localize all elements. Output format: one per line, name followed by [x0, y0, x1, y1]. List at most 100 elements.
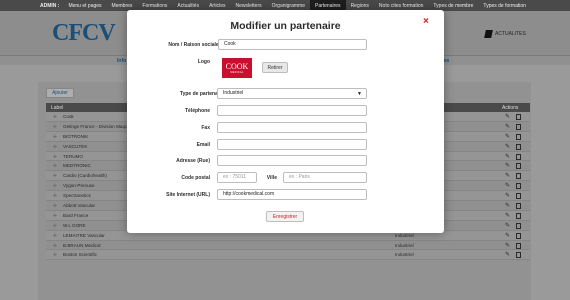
delete-trash-icon[interactable] [516, 153, 521, 160]
edit-pencil-icon[interactable]: ✎ [505, 153, 510, 160]
logo-sub: MEDICAL [230, 70, 244, 74]
delete-trash-icon[interactable] [516, 133, 521, 140]
address-label: Adresse (Rue) [176, 158, 210, 164]
logo-label: Logo [197, 59, 210, 65]
expand-plus-icon[interactable]: ✛ [53, 163, 57, 169]
expand-plus-icon[interactable]: ✛ [53, 124, 57, 130]
col-actions: Actions [502, 105, 519, 111]
delete-trash-icon[interactable] [516, 114, 521, 120]
partner-name: VASCUTEK [63, 143, 88, 149]
close-icon[interactable]: × [423, 16, 429, 27]
col-label: Label [51, 105, 64, 111]
edit-pencil-icon[interactable]: ✎ [505, 232, 510, 239]
add-button[interactable]: Ajouter [46, 88, 74, 98]
url-field[interactable]: http://cookmedical.com [217, 189, 367, 200]
nav-item[interactable]: Types de formation [478, 0, 531, 11]
logo-text: COOK [225, 61, 249, 71]
edit-pencil-icon[interactable]: ✎ [505, 222, 510, 229]
partner-name: Boston Scientific [63, 252, 97, 258]
remove-logo-button[interactable]: Retirer [262, 62, 288, 73]
actualites-label: ACTUALITES [495, 31, 526, 37]
phone-label: Téléphone [184, 108, 210, 114]
partner-name: B.BRAUN Medical [63, 242, 101, 248]
save-button[interactable]: Enregistrer [266, 211, 304, 222]
delete-trash-icon[interactable] [516, 193, 521, 200]
partner-name: W.L GORE [63, 222, 86, 228]
table-row: ✛ B.BRAUN Medical Industriel ✎ [46, 240, 530, 251]
expand-plus-icon[interactable]: ✛ [53, 193, 57, 199]
partner-name: TERUMO [63, 153, 83, 159]
partner-name: Bard France [63, 212, 89, 218]
partner-logo: COOK MEDICAL [222, 58, 252, 78]
name-label-text: Nom / Raison sociale [168, 42, 219, 48]
expand-plus-icon[interactable]: ✛ [53, 154, 57, 160]
partner-type: Industriel [395, 252, 414, 258]
admin-label: ADMIN : [40, 2, 60, 9]
partner-name: Abbott Vascular [63, 203, 96, 209]
delete-trash-icon[interactable] [516, 173, 521, 180]
partner-type: Industriel [395, 242, 414, 248]
actualites-link[interactable]: ACTUALITES [484, 30, 526, 38]
edit-pencil-icon[interactable]: ✎ [505, 113, 510, 120]
edit-pencil-icon[interactable]: ✎ [505, 212, 510, 219]
edit-pencil-icon[interactable]: ✎ [505, 123, 510, 130]
edit-pencil-icon[interactable]: ✎ [505, 172, 510, 179]
type-select-value: Industriel [223, 90, 244, 96]
modal-title: Modifier un partenaire [230, 20, 341, 32]
expand-plus-icon[interactable]: ✛ [53, 252, 57, 258]
partner-name: BIOTRONIK [63, 133, 89, 139]
partner-name: Spectranetics [63, 193, 91, 199]
name-field[interactable]: Cook [218, 39, 367, 50]
edit-pencil-icon[interactable]: ✎ [505, 143, 510, 150]
zip-field[interactable]: ex : 75011 [217, 172, 257, 183]
edit-pencil-icon[interactable]: ✎ [505, 162, 510, 169]
nav-item[interactable]: Menu et pages [63, 0, 106, 11]
newspaper-icon [484, 30, 493, 38]
partner-name: MEDTRONIC [63, 163, 91, 169]
partner-name: Cardio (Cardiohealth) [63, 173, 107, 179]
fax-label: Fax [201, 125, 210, 131]
fax-field[interactable] [217, 122, 367, 133]
edit-pencil-icon[interactable]: ✎ [505, 242, 510, 249]
expand-plus-icon[interactable]: ✛ [53, 134, 57, 140]
edit-pencil-icon[interactable]: ✎ [505, 182, 510, 189]
type-select[interactable]: Industriel ▼ [217, 88, 367, 99]
delete-trash-icon[interactable] [516, 183, 521, 190]
delete-trash-icon[interactable] [516, 123, 521, 130]
city-field[interactable]: ex : Paris [283, 172, 367, 183]
edit-pencil-icon[interactable]: ✎ [505, 133, 510, 140]
edit-pencil-icon[interactable]: ✎ [505, 202, 510, 209]
delete-trash-icon[interactable] [516, 212, 521, 219]
delete-trash-icon[interactable] [516, 242, 521, 249]
address-field[interactable] [217, 155, 367, 166]
subnav-left[interactable]: Info [117, 58, 126, 64]
expand-plus-icon[interactable]: ✛ [53, 213, 57, 219]
expand-plus-icon[interactable]: ✛ [53, 114, 57, 120]
edit-pencil-icon[interactable]: ✎ [505, 192, 510, 199]
delete-trash-icon[interactable] [516, 222, 521, 229]
expand-plus-icon[interactable]: ✛ [53, 243, 57, 249]
delete-trash-icon[interactable] [516, 232, 521, 239]
email-field[interactable] [217, 139, 367, 150]
expand-plus-icon[interactable]: ✛ [53, 144, 57, 150]
phone-field[interactable] [217, 105, 367, 116]
site-logo[interactable]: CFCV [52, 20, 116, 47]
expand-plus-icon[interactable]: ✛ [53, 183, 57, 189]
partner-name: Getinge France - Division Maqu... [63, 123, 132, 129]
expand-plus-icon[interactable]: ✛ [53, 223, 57, 229]
edit-pencil-icon[interactable]: ✎ [505, 251, 510, 258]
zip-label: Code postal [181, 175, 210, 181]
partner-name: LEMAITRE Vascular [63, 232, 105, 238]
partner-type: Industriel [395, 232, 414, 238]
table-row: ✛ Boston Scientific Industriel ✎ [46, 250, 530, 261]
delete-trash-icon[interactable] [516, 203, 521, 210]
delete-trash-icon[interactable] [516, 143, 521, 150]
expand-plus-icon[interactable]: ✛ [53, 173, 57, 179]
caret-down-icon: ▼ [357, 91, 362, 97]
expand-plus-icon[interactable]: ✛ [53, 203, 57, 209]
email-label: Email [196, 142, 210, 148]
delete-trash-icon[interactable] [516, 163, 521, 170]
expand-plus-icon[interactable]: ✛ [53, 233, 57, 239]
name-label: Nom / Raison sociale * [137, 42, 222, 48]
delete-trash-icon[interactable] [516, 252, 521, 259]
